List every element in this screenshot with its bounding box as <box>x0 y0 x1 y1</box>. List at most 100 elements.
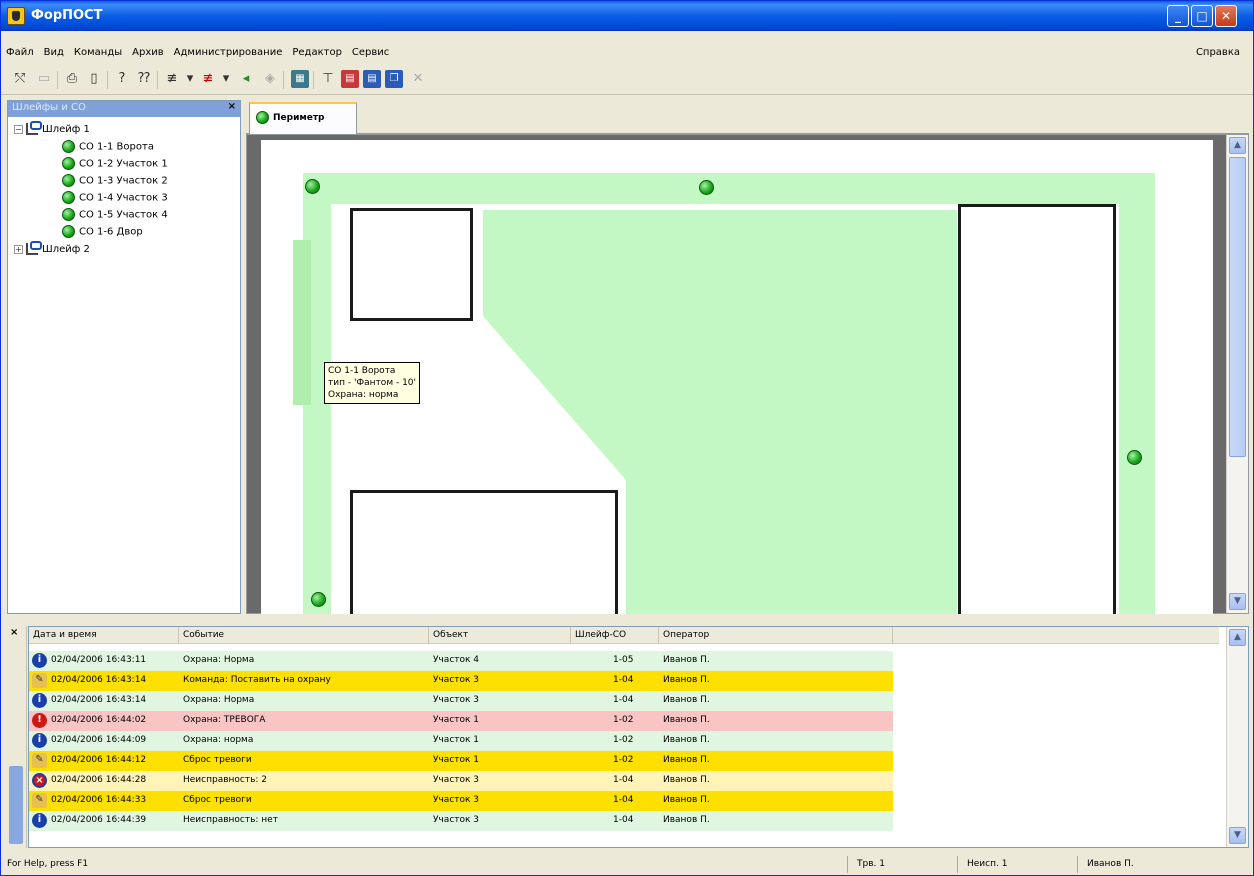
event-log: Дата и время Событие Объект Шлейф-СО Опе… <box>28 626 1249 848</box>
log-row[interactable]: × 02/04/2006 16:44:28 Неисправность: 2 Учас… <box>29 771 893 791</box>
status-help-text: For Help, press F1 <box>7 859 89 869</box>
log-cell-time: 02/04/2006 16:44:28 <box>51 775 147 785</box>
column-object[interactable]: Объект <box>429 627 571 644</box>
log-cell-operator: Иванов П. <box>663 775 710 785</box>
sensor-tooltip: СО 1-1 Ворота тип - 'Фантом - 10' Охрана… <box>324 362 421 404</box>
menu-help[interactable]: Справка <box>1191 45 1245 60</box>
log-row[interactable]: i 02/04/2006 16:44:39 Неисправность: нет Уч… <box>29 811 893 831</box>
loop-icon <box>26 241 42 255</box>
tree-item-sensor[interactable]: СО 1-4 Участок 3 <box>62 191 168 207</box>
log-row[interactable]: ! 02/04/2006 16:44:02 Охрана: ТРЕВОГА Участ… <box>29 711 893 731</box>
toolbar: ⤲ ▭ ⎙ ▯ ? ⁇ ≢ ▾ ≢ ▾ ◂ ◈ ▦ ⊤ ▤ ▤ ❐ ✕ <box>1 65 1253 95</box>
events-icon[interactable]: ▤ <box>341 70 359 88</box>
scroll-down-icon[interactable]: ▼ <box>1229 827 1246 844</box>
log-cell-time: 02/04/2006 16:44:02 <box>51 715 147 725</box>
tree-item-loop2[interactable]: + Шлейф 2 <box>14 241 90 259</box>
log-cell-event: Сброс тревоги <box>183 755 252 765</box>
log-cell-loop: 1-02 <box>613 755 634 765</box>
log-cell-operator: Иванов П. <box>663 695 710 705</box>
menu-editor[interactable]: Редактор <box>287 45 347 60</box>
close-button[interactable]: ✕ <box>1215 5 1237 27</box>
context-help-icon[interactable]: ⁇ <box>135 70 153 88</box>
map-scrollbar[interactable]: ▲ ▼ <box>1226 135 1248 613</box>
map-icon[interactable]: ▦ <box>291 70 309 88</box>
command-icon: ✎ <box>32 673 47 688</box>
disarm-dropdown-icon[interactable]: ▾ <box>217 70 235 88</box>
log-cell-object: Участок 1 <box>433 715 480 725</box>
menu-administration[interactable]: Администрирование <box>169 45 288 60</box>
maximize-button[interactable]: □ <box>1191 5 1213 27</box>
title-bar[interactable]: ФорПОСТ _ □ ✕ <box>1 1 1253 31</box>
log-row[interactable]: i 02/04/2006 16:43:11 Охрана: Норма Участок… <box>29 651 893 671</box>
scroll-up-icon[interactable]: ▲ <box>1229 629 1246 646</box>
tree-icon[interactable]: ⊤ <box>319 70 337 88</box>
disarm-icon[interactable]: ≢ <box>199 70 217 88</box>
tree-item-label: Шлейф 1 <box>42 124 90 135</box>
tools-icon[interactable]: ✕ <box>409 70 427 88</box>
speaker-icon[interactable]: ◂ <box>237 70 255 88</box>
log-cell-operator: Иванов П. <box>663 795 710 805</box>
log-row[interactable]: i 02/04/2006 16:43:14 Охрана: Норма Участок… <box>29 691 893 711</box>
log-rows: i 02/04/2006 16:43:11 Охрана: Норма Участок… <box>29 651 893 831</box>
log-cell-loop: 1-02 <box>613 715 634 725</box>
menu-file[interactable]: Файл <box>1 45 39 60</box>
reset-icon[interactable]: ◈ <box>261 70 279 88</box>
print-icon[interactable]: ⎙ <box>63 70 81 88</box>
connect-icon[interactable]: ⤲ <box>11 70 29 88</box>
sensor-icon[interactable] <box>699 180 714 195</box>
scroll-down-icon[interactable]: ▼ <box>1229 593 1246 610</box>
column-event[interactable]: Событие <box>179 627 429 644</box>
sensor-icon[interactable] <box>311 592 326 607</box>
menu-view[interactable]: Вид <box>39 45 69 60</box>
arm-dropdown-icon[interactable]: ▾ <box>181 70 199 88</box>
log-row[interactable]: i 02/04/2006 16:44:09 Охрана: норма Участок… <box>29 731 893 751</box>
tab-perimeter[interactable]: Периметр <box>249 102 357 134</box>
save-icon[interactable]: ▭ <box>35 70 53 88</box>
column-loop-sensor[interactable]: Шлейф-СО <box>571 627 659 644</box>
sensor-ok-icon <box>62 140 75 153</box>
tree-item-label: СО 1-1 Ворота <box>79 141 154 153</box>
tree-item-label: СО 1-4 Участок 3 <box>79 192 168 204</box>
perimeter-map[interactable]: СО 1-1 Ворота тип - 'Фантом - 10' Охрана… <box>261 140 1213 615</box>
log-row[interactable]: ✎ 02/04/2006 16:44:12 Сброс тревоги Участок… <box>29 751 893 771</box>
sensor-icon[interactable] <box>1127 450 1142 465</box>
horizontal-splitter[interactable] <box>1 614 1253 626</box>
log-cell-event: Сброс тревоги <box>183 795 252 805</box>
expand-icon[interactable]: + <box>14 244 23 254</box>
tree-item-sensor[interactable]: СО 1-1 Ворота <box>62 140 154 156</box>
log-icon[interactable]: ▤ <box>363 70 381 88</box>
scroll-up-icon[interactable]: ▲ <box>1229 137 1246 154</box>
menu-service[interactable]: Сервис <box>347 45 394 60</box>
log-row[interactable]: ✎ 02/04/2006 16:43:14 Команда: Поставить н… <box>29 671 893 691</box>
windows-icon[interactable]: ❐ <box>385 70 403 88</box>
tree-item-sensor[interactable]: СО 1-5 Участок 4 <box>62 208 168 224</box>
log-cell-loop: 1-04 <box>613 775 634 785</box>
tree-item-sensor[interactable]: СО 1-3 Участок 2 <box>62 174 168 190</box>
column-operator[interactable]: Оператор <box>659 627 893 644</box>
log-cell-operator: Иванов П. <box>663 715 710 725</box>
print-preview-icon[interactable]: ▯ <box>85 70 103 88</box>
log-row[interactable]: ✎ 02/04/2006 16:44:33 Сброс тревоги Участок… <box>29 791 893 811</box>
log-cell-loop: 1-04 <box>613 795 634 805</box>
log-cell-loop: 1-04 <box>613 675 634 685</box>
minimize-button[interactable]: _ <box>1167 5 1189 27</box>
map-view: СО 1-1 Ворота тип - 'Фантом - 10' Охрана… <box>246 134 1249 615</box>
log-panel-grip[interactable] <box>9 766 23 844</box>
collapse-icon[interactable]: − <box>14 124 23 134</box>
sensor-icon[interactable] <box>305 179 320 194</box>
column-datetime[interactable]: Дата и время <box>29 627 179 644</box>
tree-panel-title: Шлейфы и СО <box>12 102 86 113</box>
tree-item-label: СО 1-6 Двор <box>79 226 143 238</box>
tree-item-sensor[interactable]: СО 1-6 Двор <box>62 225 143 241</box>
tree-item-sensor[interactable]: СО 1-2 Участок 1 <box>62 157 168 173</box>
scroll-thumb[interactable] <box>1229 157 1246 457</box>
tree-item-loop1[interactable]: − Шлейф 1 <box>14 121 90 139</box>
tree-panel-close-icon[interactable]: × <box>228 101 236 112</box>
arm-icon[interactable]: ≢ <box>163 70 181 88</box>
menu-archive[interactable]: Архив <box>127 45 169 60</box>
help-icon[interactable]: ? <box>113 70 131 88</box>
menu-commands[interactable]: Команды <box>69 45 127 60</box>
log-scrollbar[interactable]: ▲ ▼ <box>1226 627 1248 847</box>
log-panel-close-icon[interactable]: × <box>10 627 18 638</box>
command-icon: ✎ <box>32 793 47 808</box>
